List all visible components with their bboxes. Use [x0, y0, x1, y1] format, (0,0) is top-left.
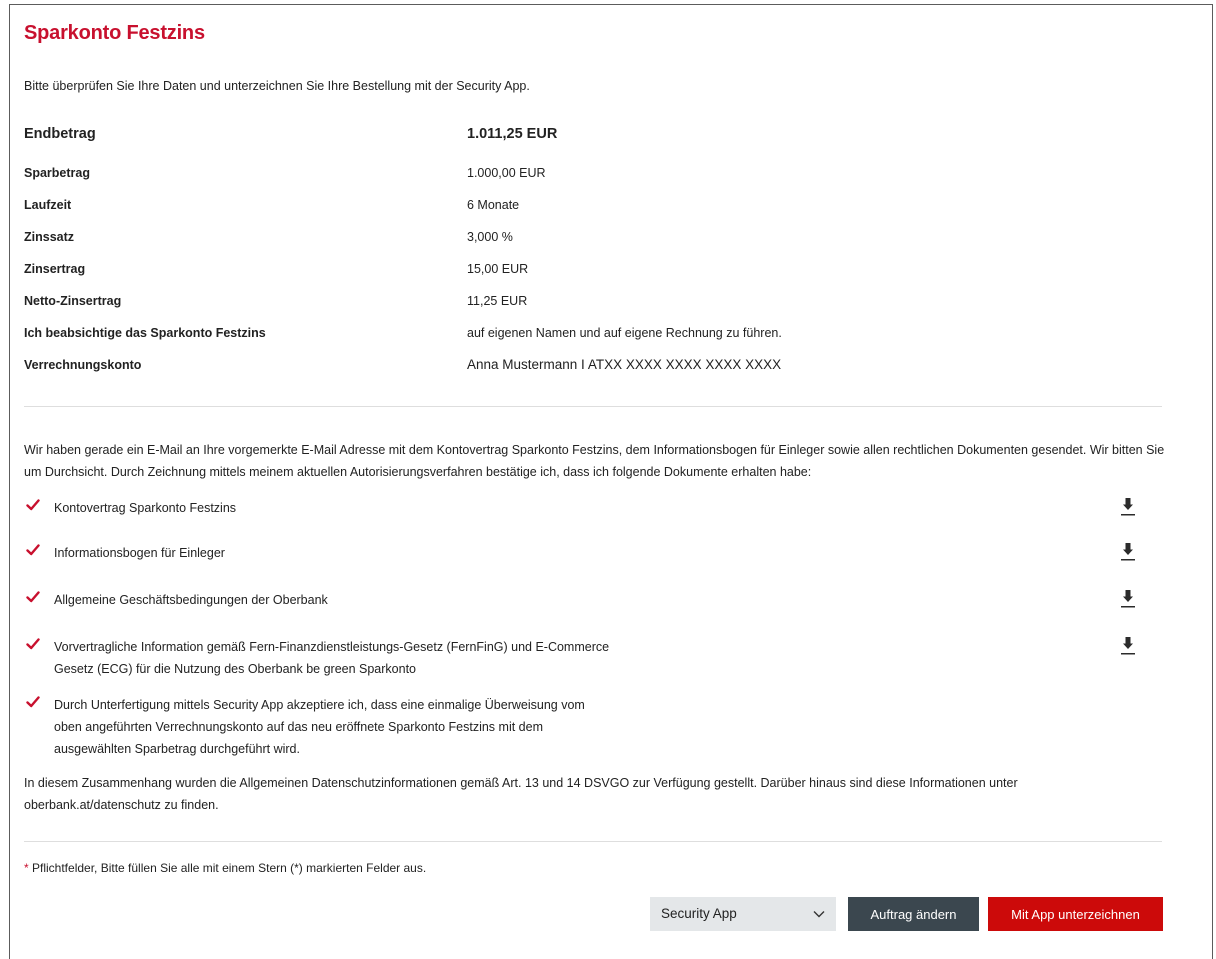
summary-value: 3,000 %: [467, 230, 513, 244]
summary-row-intention: Ich beabsichtige das Sparkonto Festzins …: [24, 326, 1124, 358]
summary-label: Zinssatz: [24, 230, 75, 244]
summary-value: 1.011,25 EUR: [467, 126, 558, 142]
summary-value: 11,25 EUR: [467, 294, 528, 308]
checkmark-icon[interactable]: [26, 543, 40, 557]
summary-row-laufzeit: Laufzeit 6 Monate: [24, 198, 1124, 230]
required-fields-note: * Pflichtfelder, Bitte füllen Sie alle m…: [24, 861, 426, 875]
email-notice-text: Wir haben gerade ein E-Mail an Ihre vorg…: [24, 443, 1165, 479]
intro-text: Bitte überprüfen Sie Ihre Daten und unte…: [24, 79, 530, 93]
download-icon[interactable]: [1120, 496, 1136, 518]
summary-row-zinsertrag: Zinsertrag 15,00 EUR: [24, 262, 1124, 294]
download-icon[interactable]: [1120, 541, 1136, 563]
summary-label: Sparbetrag: [24, 166, 90, 180]
summary-row-zinssatz: Zinssatz 3,000 %: [24, 230, 1124, 262]
document-label: Vorvertragliche Information gemäß Fern-F…: [54, 636, 609, 680]
document-label: Allgemeine Geschäftsbedingungen der Ober…: [54, 593, 328, 607]
consent-line: ausgewählten Sparbetrag durchgeführt wir…: [54, 742, 300, 756]
consent-line: oben angeführten Verrechnungskonto auf d…: [54, 720, 543, 734]
summary-row-verrechnungskonto: Verrechnungskonto Anna Mustermann I ATXX…: [24, 357, 1124, 390]
summary-row-endbetrag: Endbetrag 1.011,25 EUR: [24, 126, 1124, 166]
privacy-line: In diesem Zusammenhang wurden die Allgem…: [24, 776, 1018, 790]
privacy-line: oberbank.at/datenschutz zu finden.: [24, 798, 219, 812]
download-icon[interactable]: [1120, 635, 1136, 657]
transfer-consent-text: Durch Unterfertigung mittels Security Ap…: [54, 694, 585, 760]
summary-label: Ich beabsichtige das Sparkonto Festzins: [24, 326, 266, 340]
consent-line: Durch Unterfertigung mittels Security Ap…: [54, 698, 585, 712]
sign-with-app-button[interactable]: Mit App unterzeichnen: [988, 897, 1163, 931]
summary-value: 15,00 EUR: [467, 262, 529, 276]
checkmark-icon[interactable]: [26, 637, 40, 651]
summary-value: 6 Monate: [467, 198, 520, 212]
document-label: Informationsbogen für Einleger: [54, 546, 225, 560]
summary-label: Endbetrag: [24, 126, 96, 142]
signing-method-select[interactable]: Security App: [650, 897, 836, 931]
summary-value: auf eigenen Namen und auf eigene Rechnun…: [467, 326, 782, 340]
section-divider: [24, 841, 1162, 842]
summary-value: 1.000,00 EUR: [467, 166, 546, 180]
page-title: Sparkonto Festzins: [24, 22, 205, 44]
document-label: Kontovertrag Sparkonto Festzins: [54, 501, 237, 515]
required-text: Pflichtfelder, Bitte füllen Sie alle mit…: [28, 861, 427, 875]
summary-label: Laufzeit: [24, 198, 72, 212]
chevron-down-icon: [812, 907, 826, 924]
document-label-line: Gesetz (ECG) für die Nutzung des Oberban…: [54, 662, 416, 676]
section-divider: [24, 406, 1162, 407]
summary-label: Zinsertrag: [24, 262, 86, 276]
summary-row-sparbetrag: Sparbetrag 1.000,00 EUR: [24, 166, 1124, 198]
document-label-line: Vorvertragliche Information gemäß Fern-F…: [54, 640, 610, 654]
download-icon[interactable]: [1120, 588, 1136, 610]
signing-method-value: Security App: [661, 906, 737, 921]
summary-row-netto-zinsertrag: Netto-Zinsertrag 11,25 EUR: [24, 294, 1124, 326]
summary-label: Verrechnungskonto: [24, 358, 142, 372]
summary-table: Endbetrag 1.011,25 EUR Sparbetrag 1.000,…: [24, 126, 1124, 390]
checkmark-icon[interactable]: [26, 590, 40, 604]
change-order-button[interactable]: Auftrag ändern: [848, 897, 979, 931]
checkmark-icon[interactable]: [26, 498, 40, 512]
checkmark-icon[interactable]: [26, 695, 40, 709]
summary-label: Netto-Zinsertrag: [24, 294, 122, 308]
privacy-notice: In diesem Zusammenhang wurden die Allgem…: [24, 772, 1169, 816]
summary-value: Anna Mustermann I ATXX XXXX XXXX XXXX XX…: [467, 357, 782, 372]
